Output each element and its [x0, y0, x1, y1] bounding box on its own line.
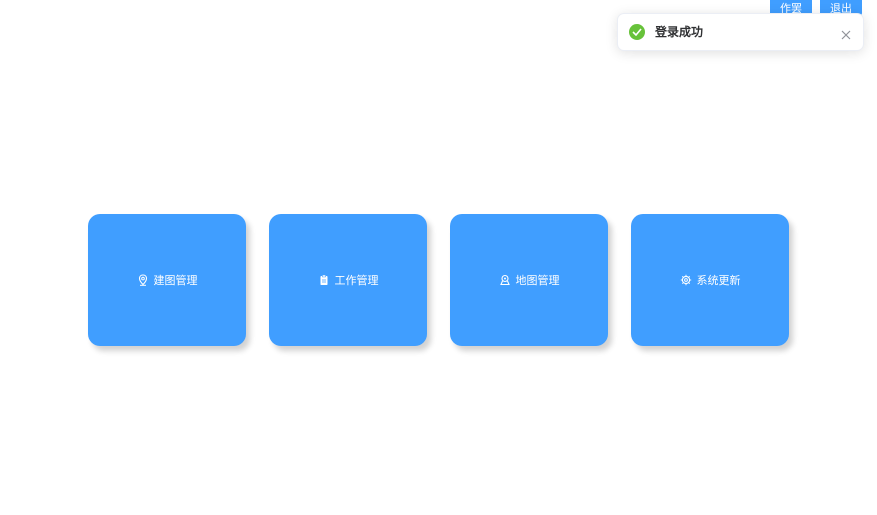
notification-message: 登录成功: [655, 25, 704, 39]
tile-label: 建图管理: [153, 274, 198, 287]
location-pin-icon: [137, 274, 149, 286]
tile-system-update[interactable]: 系统更新: [631, 214, 789, 346]
tile-label: 工作管理: [334, 274, 379, 287]
map-location-icon: [499, 274, 511, 286]
check-circle-icon: [629, 24, 645, 40]
tile-label: 系统更新: [696, 274, 741, 287]
clipboard-icon: [318, 274, 330, 286]
tile-map-management[interactable]: 地图管理: [450, 214, 608, 346]
page: 作罢 退出 登录成功 建图管理 工作管理 地图管理 系统更新: [0, 0, 877, 515]
tile-label: 地图管理: [515, 274, 560, 287]
close-icon[interactable]: [840, 26, 852, 40]
tile-mapping-management[interactable]: 建图管理: [88, 214, 246, 346]
settings-gear-icon: [680, 274, 692, 286]
success-notification: 登录成功: [617, 13, 864, 51]
tile-work-management[interactable]: 工作管理: [269, 214, 427, 346]
